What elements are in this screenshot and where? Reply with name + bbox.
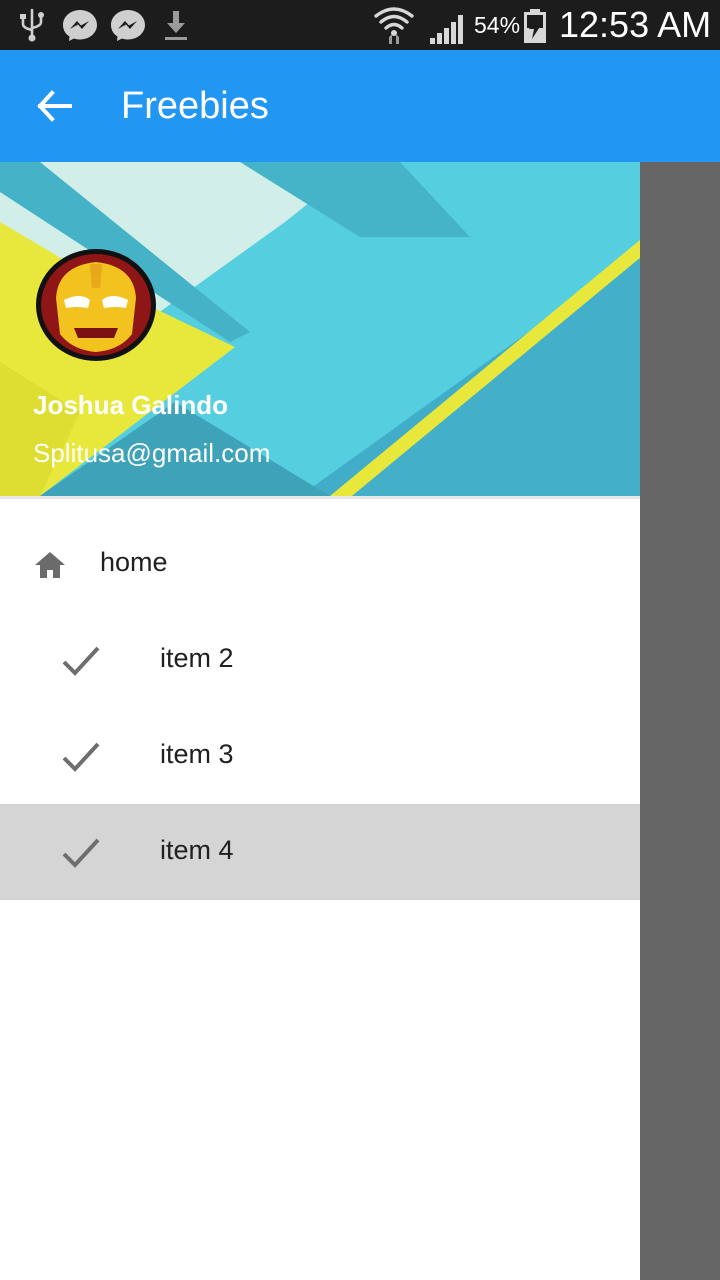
drawer-header: Joshua Galindo Splitusa@gmail.com [0,162,640,496]
clock-time: 12:53 AM [559,4,712,45]
signal-icon [430,15,463,44]
menu-item-label: item 2 [160,643,234,673]
menu-item-item-3[interactable]: item 3 [0,709,640,805]
user-name: Joshua Galindo [33,390,229,420]
battery-charging-icon [524,9,546,43]
drawer-scrim[interactable] [640,162,720,1280]
check-icon [62,646,100,676]
user-email: Splitusa@gmail.com [33,438,271,468]
arrow-back-icon [37,90,72,122]
menu-item-item-2[interactable]: item 2 [0,613,640,709]
battery-percent: 54% [474,12,521,38]
app-bar: Freebies [0,50,720,162]
page-title: Freebies [121,85,269,127]
wifi-icon [374,7,414,44]
back-button[interactable] [28,80,80,132]
home-icon [35,552,65,578]
usb-icon [20,8,44,42]
download-icon [165,11,187,40]
header-divider [0,496,640,499]
iron-man-avatar[interactable] [34,248,158,362]
status-bar: 54% 12:53 AM [0,0,720,50]
menu-item-item-4[interactable]: item 4 [0,804,640,900]
menu-item-label: item 4 [160,835,234,865]
menu-item-home[interactable]: home [0,517,640,613]
messenger-icon [63,10,97,41]
check-icon [62,838,100,868]
navigation-drawer: Joshua Galindo Splitusa@gmail.com home i… [0,162,640,1280]
messenger-icon [111,10,145,41]
menu-item-label: item 3 [160,739,234,769]
check-icon [62,742,100,772]
menu-item-label: home [100,547,168,577]
